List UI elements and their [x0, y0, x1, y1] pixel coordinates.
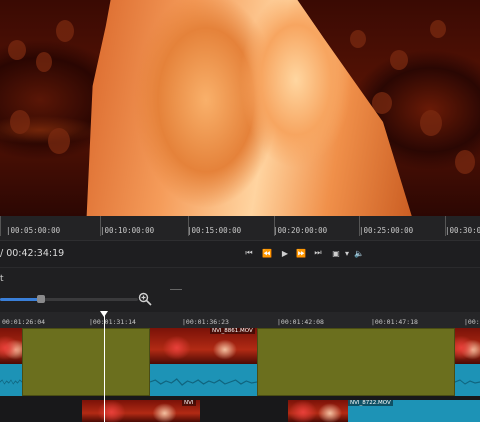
performer-robe	[86, 0, 416, 216]
zoom-in-icon[interactable]	[138, 292, 152, 306]
ruler-label: |00:20:00:00	[273, 226, 328, 235]
audience-member	[56, 20, 74, 42]
zoom-slider-fill	[0, 298, 41, 301]
clip-thumbnail	[288, 400, 348, 422]
ruler-tick	[0, 216, 1, 236]
fast-forward-button[interactable]: ⏩	[295, 247, 307, 259]
timeline-ruler-label: |00:01:42:08	[277, 318, 324, 326]
clip-name: NVI	[182, 400, 196, 406]
timeline-ruler-label: |00:0	[464, 318, 480, 326]
video-clip[interactable]	[455, 328, 480, 396]
video-clip[interactable]: NVI_8861.MOV	[150, 328, 257, 396]
video-clip[interactable]	[0, 328, 22, 396]
connected-audio-clip[interactable]: NVI_8722.MOV	[348, 400, 480, 422]
playhead-handle[interactable]	[100, 311, 108, 317]
timeline-ruler-label: |00:01:31:14	[89, 318, 136, 326]
video-preview	[0, 0, 480, 216]
skip-to-start-button[interactable]: ⏮	[243, 247, 255, 259]
timeline-ruler-label: |00:01:47:18	[371, 318, 418, 326]
clip-thumbnail	[455, 328, 480, 364]
audio-waveform	[455, 364, 480, 396]
chevron-down-icon[interactable]: ▾	[341, 247, 353, 259]
toolbar-label: t	[0, 274, 4, 284]
project-ruler[interactable]: |00:05:00:00 |00:10:00:00 |00:15:00:00 |…	[0, 216, 480, 241]
timeline-ruler[interactable]: 00:01:26:04 |00:01:31:14 |00:01:36:23 |0…	[0, 312, 480, 329]
clip-name: NVI_8861.MOV	[210, 328, 255, 334]
ruler-label: |00:25:00:00	[359, 226, 414, 235]
audience-member	[8, 40, 26, 60]
audience-member	[10, 110, 30, 134]
play-button[interactable]: ▶	[279, 247, 291, 259]
audio-waveform	[0, 364, 22, 396]
playhead[interactable]	[104, 312, 105, 422]
timeline-tracks: NVI_8861.MOV NVI NVI_8722.MOV	[0, 328, 480, 422]
gap-clip[interactable]	[22, 328, 150, 396]
timeline-ruler-label: 00:01:26:04	[2, 318, 46, 326]
audience-member	[455, 150, 475, 174]
skip-to-end-button[interactable]: ⏭	[312, 247, 324, 259]
audience-member	[48, 128, 70, 154]
timeline-ruler-label: |00:01:36:23	[182, 318, 229, 326]
audio-waveform	[150, 364, 257, 396]
volume-icon[interactable]: 🔈	[353, 247, 365, 259]
clip-name: NVI_8722.MOV	[348, 400, 393, 406]
ruler-label: |00:30:0	[445, 226, 480, 235]
rewind-button[interactable]: ⏪	[261, 247, 273, 259]
zoom-slider-handle[interactable]	[37, 295, 45, 303]
ruler-label: |00:10:00:00	[100, 226, 155, 235]
connected-clip[interactable]: NVI	[82, 400, 200, 422]
ruler-label: |00:05:00:00	[6, 226, 61, 235]
audience-member	[36, 52, 52, 72]
timeline-toolbar: t	[0, 267, 480, 313]
gap-clip[interactable]	[257, 328, 455, 396]
audience-member	[430, 20, 446, 38]
ruler-label: |00:15:00:00	[187, 226, 242, 235]
audience-member	[390, 50, 408, 70]
audience-member	[420, 110, 442, 136]
divider	[170, 289, 182, 290]
audience-member	[350, 30, 366, 48]
clip-thumbnail	[0, 328, 22, 364]
transport-bar: / 00:42:34:19 ⏮ ⏪ ▶ ⏩ ⏭ ▣ ▾ 🔈	[0, 241, 480, 267]
timecode-display: / 00:42:34:19	[0, 248, 65, 259]
connected-clip[interactable]	[288, 400, 348, 422]
